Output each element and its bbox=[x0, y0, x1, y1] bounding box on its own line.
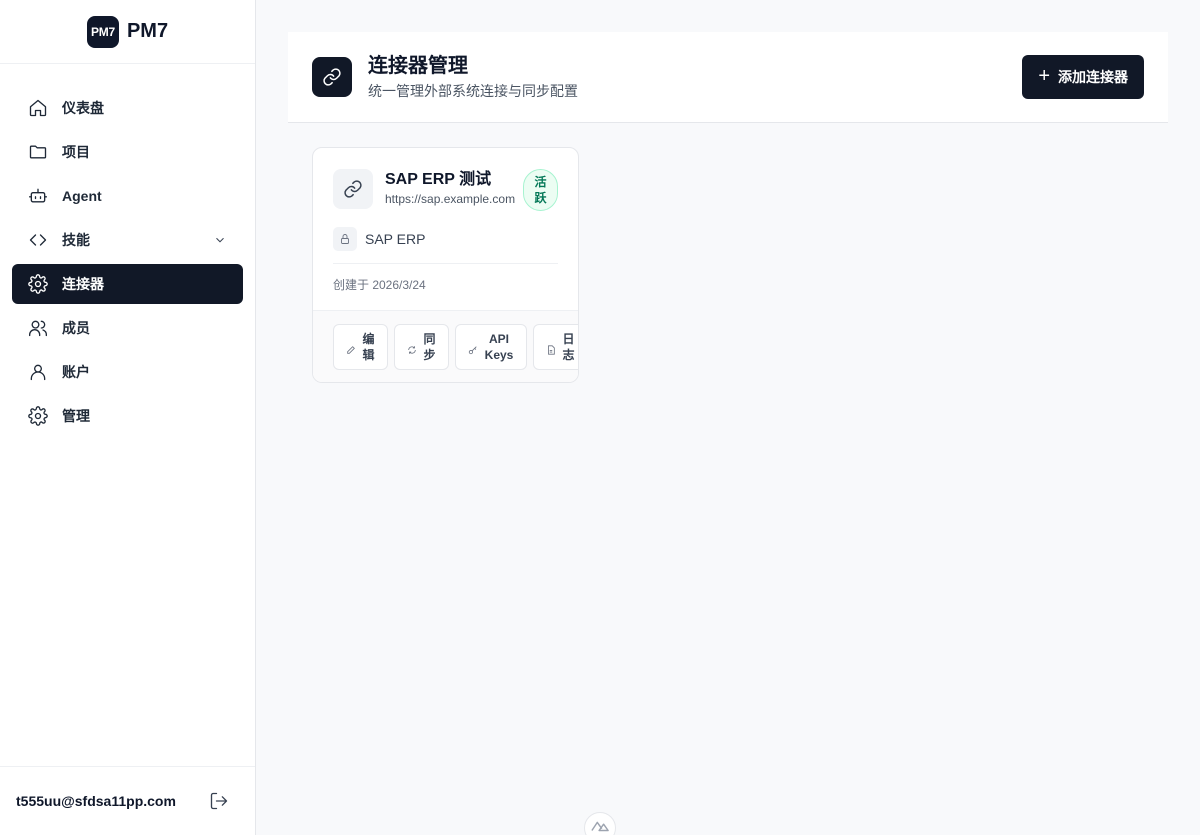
status-badge: 活跃 bbox=[523, 169, 558, 211]
sidebar-item-label: 项目 bbox=[62, 144, 90, 160]
sidebar-item-label: 仪表盘 bbox=[62, 100, 104, 116]
users-icon bbox=[28, 318, 48, 338]
edit-button[interactable]: 编辑 bbox=[333, 323, 388, 370]
chevron-down-icon[interactable] bbox=[213, 233, 227, 247]
connector-card[interactable]: SAP ERP 测试 https://sap.example.com 活跃 SA… bbox=[312, 147, 579, 383]
connector-url: https://sap.example.com bbox=[385, 192, 516, 206]
link-icon bbox=[312, 57, 352, 97]
logout-icon[interactable] bbox=[209, 791, 229, 811]
brand-name: PM7 bbox=[126, 20, 169, 42]
sync-label: 同步 bbox=[423, 331, 436, 362]
sidebar: PM7 PM7 仪表盘 项目 Agent 技能 连接器 成员 账户 管理 t55… bbox=[0, 0, 256, 835]
user-email: t555uu@sfdsa11pp.com bbox=[16, 793, 176, 809]
link-icon bbox=[333, 169, 373, 209]
card-title-group: SAP ERP 测试 https://sap.example.com bbox=[385, 169, 515, 206]
api-keys-label: API Keys bbox=[484, 331, 514, 362]
edit-label: 编辑 bbox=[362, 331, 375, 362]
sidebar-item-label: 连接器 bbox=[62, 276, 104, 292]
edit-icon bbox=[346, 342, 356, 354]
folder-icon bbox=[28, 142, 48, 162]
gear-icon bbox=[28, 406, 48, 426]
refresh-icon bbox=[407, 342, 417, 354]
header-text: 连接器管理 统一管理外部系统连接与同步配置 bbox=[368, 53, 578, 101]
sidebar-item-agent[interactable]: Agent bbox=[12, 176, 243, 216]
card-header: SAP ERP 测试 https://sap.example.com 活跃 bbox=[313, 148, 578, 211]
sidebar-item-label: 账户 bbox=[62, 364, 90, 380]
sidebar-item-members[interactable]: 成员 bbox=[12, 308, 243, 348]
lock-icon bbox=[333, 227, 357, 251]
sync-button[interactable]: 同步 bbox=[394, 323, 449, 370]
sidebar-item-account[interactable]: 账户 bbox=[12, 352, 243, 392]
sidebar-item-skills[interactable]: 技能 bbox=[12, 220, 243, 260]
add-connector-button[interactable]: + 添加连接器 bbox=[1022, 55, 1144, 99]
key-icon bbox=[468, 342, 478, 354]
created-date: 创建于 2026/3/24 bbox=[333, 278, 426, 292]
bot-icon bbox=[28, 186, 48, 206]
sidebar-item-label: 技能 bbox=[62, 232, 90, 248]
page-header: 连接器管理 统一管理外部系统连接与同步配置 + 添加连接器 bbox=[288, 32, 1168, 123]
add-connector-label: 添加连接器 bbox=[1058, 69, 1128, 85]
home-icon bbox=[28, 98, 48, 118]
logs-label: 日志 bbox=[562, 331, 575, 362]
plus-icon: + bbox=[1038, 65, 1050, 87]
connector-name: SAP ERP 测试 bbox=[385, 171, 492, 188]
logs-button[interactable]: 日志 bbox=[533, 323, 578, 370]
nuxt-devtools-icon[interactable] bbox=[584, 812, 616, 835]
page-title: 连接器管理 bbox=[368, 55, 468, 77]
page-subtitle: 统一管理外部系统连接与同步配置 bbox=[368, 83, 578, 99]
code-icon bbox=[28, 230, 48, 250]
connector-type-row: SAP ERP bbox=[313, 227, 578, 251]
connector-type: SAP ERP bbox=[365, 231, 426, 247]
sidebar-item-connectors[interactable]: 连接器 bbox=[12, 264, 243, 304]
sidebar-item-dashboard[interactable]: 仪表盘 bbox=[12, 88, 243, 128]
sidebar-item-admin[interactable]: 管理 bbox=[12, 396, 243, 436]
file-icon bbox=[546, 342, 556, 355]
sidebar-item-label: 管理 bbox=[62, 408, 90, 424]
gear-icon bbox=[28, 274, 48, 294]
sidebar-nav: 仪表盘 项目 Agent 技能 连接器 成员 账户 管理 bbox=[0, 64, 255, 436]
card-actions: 编辑 同步 API Keys 日志 bbox=[313, 310, 578, 382]
user-icon bbox=[28, 362, 48, 382]
brand[interactable]: PM7 PM7 bbox=[0, 0, 255, 64]
brand-logo: PM7 bbox=[86, 15, 119, 48]
sidebar-item-label: 成员 bbox=[62, 320, 90, 336]
api-keys-button[interactable]: API Keys bbox=[455, 323, 527, 370]
sidebar-item-projects[interactable]: 项目 bbox=[12, 132, 243, 172]
sidebar-footer: t555uu@sfdsa11pp.com bbox=[0, 766, 255, 835]
sidebar-item-label: Agent bbox=[62, 188, 102, 204]
